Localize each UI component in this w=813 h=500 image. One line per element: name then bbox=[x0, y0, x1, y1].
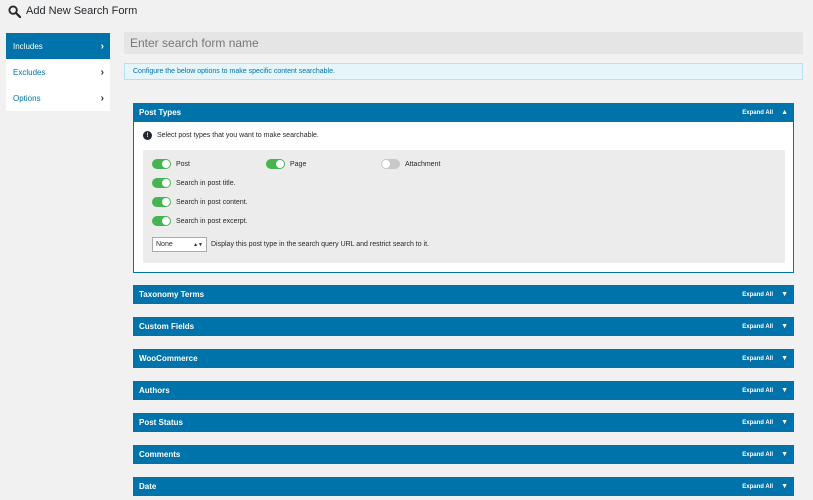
panel-title: Custom Fields bbox=[139, 322, 195, 331]
toggle-label: Search in post content. bbox=[176, 198, 248, 206]
expand-all-link[interactable]: Expand All bbox=[742, 324, 773, 330]
chevron-right-icon: › bbox=[100, 40, 104, 52]
chevron-right-icon: › bbox=[100, 66, 104, 78]
panel-header-taxonomy-terms[interactable]: Taxonomy Terms Expand All ▼ bbox=[133, 285, 794, 304]
help-text: ! Select post types that you want to mak… bbox=[143, 131, 319, 140]
query-url-row: None ▲▼ Display this post type in the se… bbox=[152, 237, 429, 252]
toggle-label: Attachment bbox=[405, 160, 441, 168]
panel-title: WooCommerce bbox=[139, 354, 198, 363]
toggle-search-excerpt[interactable]: Search in post excerpt. bbox=[152, 216, 248, 226]
toggle-switch[interactable] bbox=[152, 178, 171, 188]
sidebar-item-options[interactable]: Options › bbox=[6, 85, 110, 111]
select-caret-icon: ▲▼ bbox=[193, 241, 203, 248]
chevron-right-icon: › bbox=[100, 92, 104, 104]
caret-up-icon[interactable]: ▲ bbox=[781, 109, 788, 116]
post-type-url-select[interactable]: None ▲▼ bbox=[152, 237, 207, 252]
caret-down-icon[interactable]: ▼ bbox=[781, 419, 788, 426]
panel-title: Post Status bbox=[139, 418, 184, 427]
help-text-label: Select post types that you want to make … bbox=[157, 132, 319, 139]
expand-all-link[interactable]: Expand All bbox=[742, 292, 773, 298]
page-title: Add New Search Form bbox=[26, 5, 138, 17]
expand-all-link[interactable]: Expand All bbox=[742, 420, 773, 426]
panel-title: Taxonomy Terms bbox=[139, 290, 205, 299]
toggle-search-content[interactable]: Search in post content. bbox=[152, 197, 248, 207]
sidebar-item-label: Options bbox=[13, 93, 41, 103]
select-value: None bbox=[156, 241, 173, 248]
caret-down-icon[interactable]: ▼ bbox=[781, 387, 788, 394]
notice-text: Configure the below options to make spec… bbox=[133, 68, 335, 75]
toggle-post[interactable]: Post bbox=[152, 159, 190, 169]
expand-all-link[interactable]: Expand All bbox=[742, 388, 773, 394]
sidebar-item-label: Includes bbox=[13, 41, 43, 51]
caret-down-icon[interactable]: ▼ bbox=[781, 291, 788, 298]
toggle-switch[interactable] bbox=[152, 197, 171, 207]
page-header: Add New Search Form bbox=[8, 2, 137, 20]
toggle-switch[interactable] bbox=[266, 159, 285, 169]
panel-header-date[interactable]: Date Expand All ▼ bbox=[133, 477, 794, 496]
caret-down-icon[interactable]: ▼ bbox=[781, 355, 788, 362]
panel-header-woocommerce[interactable]: WooCommerce Expand All ▼ bbox=[133, 349, 794, 368]
toggle-label: Post bbox=[176, 160, 191, 168]
caret-down-icon[interactable]: ▼ bbox=[781, 483, 788, 490]
panel-header-authors[interactable]: Authors Expand All ▼ bbox=[133, 381, 794, 400]
toggle-page[interactable]: Page bbox=[266, 159, 306, 169]
exclamation-icon: ! bbox=[143, 131, 152, 140]
toggle-search-title[interactable]: Search in post title. bbox=[152, 178, 236, 188]
toggle-switch[interactable] bbox=[152, 216, 171, 226]
search-icon bbox=[8, 4, 21, 18]
post-type-options: Post Page Attachment Search in post titl… bbox=[143, 150, 785, 263]
expand-all-link[interactable]: Expand All bbox=[742, 356, 773, 362]
expand-all-link[interactable]: Expand All bbox=[742, 110, 773, 116]
info-notice: Configure the below options to make spec… bbox=[124, 63, 803, 80]
sidebar-item-label: Excludes bbox=[13, 67, 46, 77]
sidebar-item-includes[interactable]: Includes › bbox=[6, 33, 110, 59]
toggle-label: Search in post excerpt. bbox=[176, 217, 248, 225]
panel-header-comments[interactable]: Comments Expand All ▼ bbox=[133, 445, 794, 464]
expand-all-link[interactable]: Expand All bbox=[742, 452, 773, 458]
toggle-switch[interactable] bbox=[381, 159, 400, 169]
toggle-attachment[interactable]: Attachment bbox=[381, 159, 440, 169]
panel-title: Comments bbox=[139, 450, 181, 459]
panel-title: Post Types bbox=[139, 108, 182, 117]
sidebar-nav: Includes › Excludes › Options › bbox=[6, 33, 110, 111]
expand-all-link[interactable]: Expand All bbox=[742, 484, 773, 490]
toggle-label: Page bbox=[290, 160, 307, 168]
select-description: Display this post type in the search que… bbox=[211, 241, 430, 248]
panel-body-post-types: ! Select post types that you want to mak… bbox=[133, 122, 794, 273]
panel-title: Date bbox=[139, 482, 157, 491]
panel-header-custom-fields[interactable]: Custom Fields Expand All ▼ bbox=[133, 317, 794, 336]
toggle-switch[interactable] bbox=[152, 159, 171, 169]
panel-header-post-status[interactable]: Post Status Expand All ▼ bbox=[133, 413, 794, 432]
toggle-label: Search in post title. bbox=[176, 179, 236, 187]
sidebar-item-excludes[interactable]: Excludes › bbox=[6, 59, 110, 85]
search-form-name-input[interactable] bbox=[124, 32, 803, 54]
caret-down-icon[interactable]: ▼ bbox=[781, 323, 788, 330]
panel-title: Authors bbox=[139, 386, 170, 395]
panel-header-post-types[interactable]: Post Types Expand All ▲ bbox=[133, 103, 794, 122]
caret-down-icon[interactable]: ▼ bbox=[781, 451, 788, 458]
